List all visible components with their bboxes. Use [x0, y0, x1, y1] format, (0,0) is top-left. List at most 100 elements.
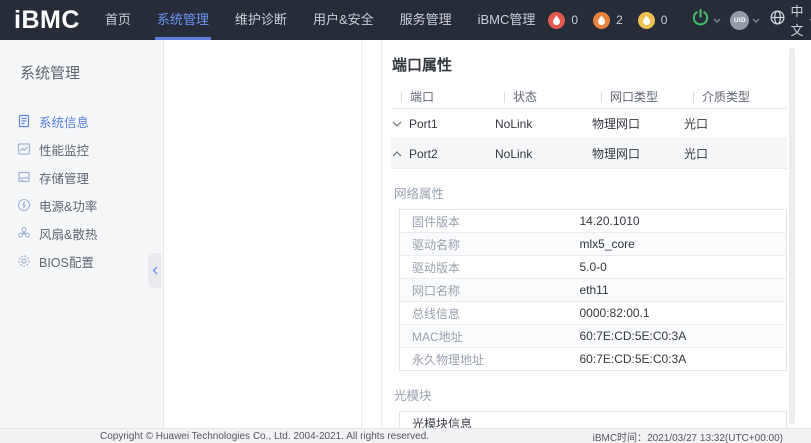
sidebar-title: 系统管理: [0, 40, 163, 83]
menu-item-home[interactable]: 首页: [92, 0, 144, 40]
attr-label: 驱动名称: [400, 233, 580, 256]
top-navbar: iBMC 首页 系统管理 维护诊断 用户&安全 服务管理 iBMC管理 0 2: [0, 0, 811, 40]
chevron-down-icon[interactable]: [392, 121, 402, 127]
sidebar-item-label: 风扇&散热: [39, 224, 97, 243]
ibmc-app: iBMC 首页 系统管理 维护诊断 用户&安全 服务管理 iBMC管理 0 2: [0, 0, 811, 443]
chevron-up-icon[interactable]: [392, 151, 402, 157]
port-cell: Port2: [402, 147, 495, 161]
attr-value: 60:7E:CD:5E:C0:3A: [580, 348, 787, 371]
sidebar-item-label: 系统信息: [39, 112, 89, 131]
table-row: 网口名称 eth11: [400, 279, 787, 302]
sidebar-item-storage[interactable]: 存储管理: [0, 163, 163, 191]
table-row: MAC地址 60:7E:CD:5E:C0:3A: [400, 325, 787, 348]
chevron-left-icon: [152, 266, 158, 275]
chevron-down-icon: [713, 18, 721, 23]
table-row: 永久物理地址 60:7E:CD:5E:C0:3A: [400, 348, 787, 371]
critical-alarm-count: 0: [571, 13, 578, 27]
attr-label: MAC地址: [400, 325, 580, 348]
nic-list-panel: [165, 40, 362, 428]
major-alarm-count: 2: [616, 13, 623, 27]
column-header-port: 端口: [401, 92, 434, 103]
sidebar-collapse-handle[interactable]: [148, 253, 161, 288]
sidebar-item-bios[interactable]: BIOS配置: [0, 247, 163, 275]
ibmc-time-value: 2021/03/27 13:32(UTC+00:00): [647, 433, 783, 443]
language-label: 中文: [790, 1, 806, 39]
storage-icon: [17, 170, 31, 184]
uid-icon: UID: [730, 11, 749, 30]
section-title-optical: 光模块: [394, 385, 811, 404]
table-row: 固件版本 14.20.1010: [400, 210, 787, 233]
ibmc-logo: iBMC: [14, 6, 80, 35]
menu-item-maintenance[interactable]: 维护诊断: [222, 0, 300, 40]
power-icon: [691, 8, 710, 32]
media-type-cell: 光口: [684, 115, 787, 132]
power-icon: [17, 198, 31, 212]
document-icon: [17, 114, 31, 128]
alarm-minor[interactable]: 0: [638, 12, 668, 29]
status-cell: NoLink: [495, 117, 592, 131]
menu-item-ibmc-mgmt[interactable]: iBMC管理: [465, 0, 549, 40]
critical-alarm-icon: [548, 12, 565, 29]
media-type-cell: 光口: [684, 145, 787, 162]
minor-alarm-count: 0: [661, 13, 668, 27]
sidebar-item-power[interactable]: 电源&功率: [0, 191, 163, 219]
section-title-network: 网络属性: [394, 183, 811, 202]
table-row-port1[interactable]: Port1 NoLink 物理网口 光口: [391, 109, 787, 139]
attr-label: 网口名称: [400, 279, 580, 302]
attr-label: 总线信息: [400, 302, 580, 325]
network-attributes-section: 网络属性 固件版本 14.20.1010 驱动名称 mlx5_core 驱动版本…: [391, 183, 811, 371]
copyright-text: Copyright © Huawei Technologies Co., Ltd…: [100, 431, 429, 442]
alarm-major[interactable]: 2: [593, 12, 623, 29]
major-alarm-icon: [593, 12, 610, 29]
column-header-media-type: 介质类型: [693, 92, 750, 103]
table-row: 驱动名称 mlx5_core: [400, 233, 787, 256]
sidebar-item-system-info[interactable]: 系统信息: [0, 107, 163, 135]
ibmc-time-label: iBMC时间：: [593, 433, 647, 443]
menu-item-system[interactable]: 系统管理: [144, 0, 222, 40]
attr-value: 60:7E:CD:5E:C0:3A: [580, 325, 787, 348]
page-title: 端口属性: [392, 54, 811, 75]
main-menu: 首页 系统管理 维护诊断 用户&安全 服务管理 iBMC管理: [92, 0, 549, 40]
table-row-port2[interactable]: Port2 NoLink 物理网口 光口: [391, 139, 787, 169]
attr-label: 永久物理地址: [400, 348, 580, 371]
optical-module-table: 光模块信息 厂商 WTD 序列号 HN205200110043: [399, 411, 787, 428]
attr-label: 固件版本: [400, 210, 580, 233]
column-header-status: 状态: [504, 92, 537, 103]
gear-icon: [17, 254, 31, 268]
vertical-scrollbar[interactable]: [789, 48, 795, 424]
sidebar-item-label: BIOS配置: [39, 252, 94, 271]
ibmc-time: iBMC时间：2021/03/27 13:32(UTC+00:00): [593, 429, 783, 443]
attr-label: 驱动版本: [400, 256, 580, 279]
language-selector[interactable]: 中文: [769, 1, 811, 39]
uid-control-dropdown[interactable]: UID: [730, 11, 760, 30]
sidebar: 系统管理 系统信息 性能监控 存储管理 电源&功率: [0, 40, 164, 428]
globe-icon: [769, 9, 786, 31]
port-table-header: 端口 状态 网口类型 介质类型: [391, 86, 787, 109]
optical-table-header-row: 光模块信息: [400, 412, 787, 429]
sidebar-item-fan[interactable]: 风扇&散热: [0, 219, 163, 247]
port-cell: Port1: [402, 117, 495, 131]
attr-value: eth11: [580, 279, 787, 302]
attr-value: 0000:82:00.1: [580, 302, 787, 325]
sidebar-item-performance[interactable]: 性能监控: [0, 135, 163, 163]
sidebar-item-label: 性能监控: [39, 140, 89, 159]
footer: Copyright © Huawei Technologies Co., Ltd…: [0, 428, 811, 443]
table-row: 驱动版本 5.0-0: [400, 256, 787, 279]
status-cell: NoLink: [495, 147, 592, 161]
alarm-critical[interactable]: 0: [548, 12, 578, 29]
attr-value: mlx5_core: [580, 233, 787, 256]
optical-module-section: 光模块 光模块信息 厂商 WTD 序列号 HN205200110043: [391, 385, 811, 428]
chevron-down-icon: [752, 18, 760, 23]
power-control-dropdown[interactable]: [691, 8, 721, 32]
nic-type-cell: 物理网口: [592, 145, 684, 162]
sidebar-item-label: 存储管理: [39, 168, 89, 187]
navbar-right: 0 2 0: [548, 1, 811, 39]
menu-item-services[interactable]: 服务管理: [387, 0, 465, 40]
port-detail-panel: 端口属性 端口 状态 网口类型 介质类型 Port1 NoLink 物理网口 光…: [381, 40, 811, 428]
chart-icon: [17, 142, 31, 156]
sidebar-items: 系统信息 性能监控 存储管理 电源&功率 风扇&散热: [0, 107, 163, 275]
column-header-nic-type: 网口类型: [601, 92, 658, 103]
sidebar-item-label: 电源&功率: [39, 196, 97, 215]
attr-value: 5.0-0: [580, 256, 787, 279]
menu-item-user-security[interactable]: 用户&安全: [300, 0, 387, 40]
